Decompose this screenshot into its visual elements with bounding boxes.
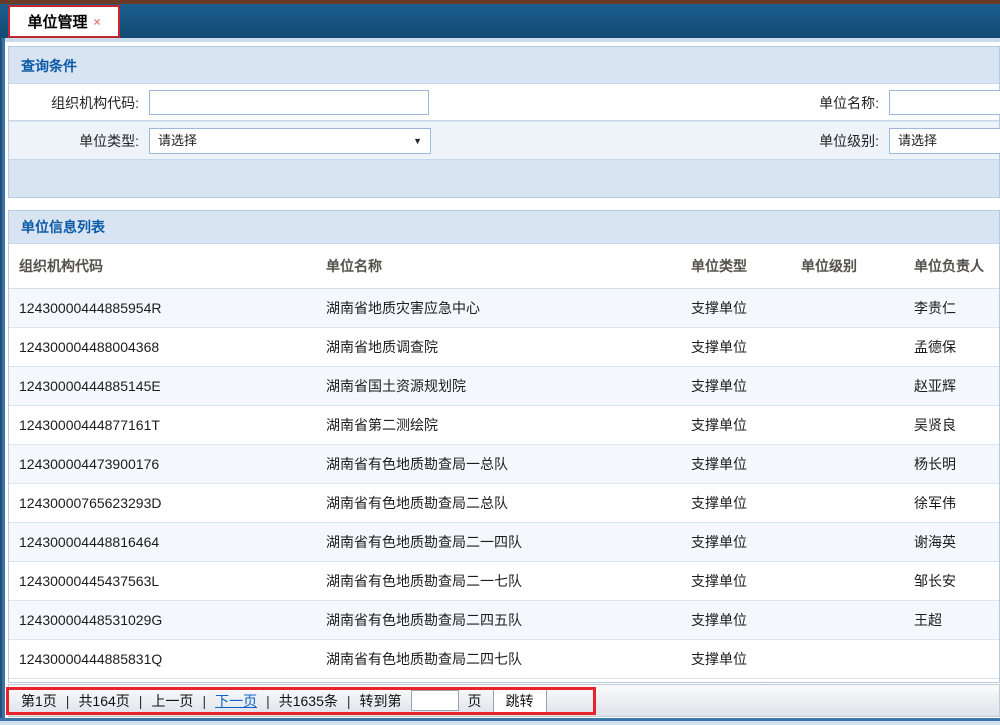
cell-code: 12430000444885145E [19, 378, 326, 394]
table-row[interactable]: 12430000444885145E湖南省国土资源规划院支撑单位 赵亚辉 [9, 367, 999, 406]
separator: | [66, 693, 70, 709]
table-row[interactable]: 12430000444885831Q湖南省有色地质勘查局二四七队支撑单位 [9, 640, 999, 679]
form-row-1: 组织机构代码: 单位名称: [9, 83, 999, 121]
table-row[interactable]: 12430000448531029G湖南省有色地质勘查局二四五队支撑单位 王超 [9, 601, 999, 640]
column-header-type: 单位类型 [691, 256, 801, 276]
query-panel: 查询条件 组织机构代码: 单位名称: 单位类型: 请选择 ▼ 单位级别: 请选择 [8, 46, 1000, 198]
tabbar-bottom-strip [0, 38, 1000, 42]
table-row[interactable]: 12430000444885954R湖南省地质灾害应急中心支撑单位 李贵仁 [9, 289, 999, 328]
column-header-code: 组织机构代码 [19, 256, 326, 276]
separator: | [266, 693, 270, 709]
cell-code: 124300004473900176 [19, 456, 326, 472]
separator: | [202, 693, 206, 709]
cell-code: 12430000444877161T [19, 417, 326, 433]
cell-person: 徐军伟 [914, 493, 999, 513]
cell-name: 湖南省第二测绘院 [326, 415, 691, 435]
goto-prefix-label: 转到第 [360, 691, 402, 711]
cell-code: 12430000445437563L [19, 573, 326, 589]
form-row-2: 单位类型: 请选择 ▼ 单位级别: 请选择 [9, 122, 999, 160]
cell-type: 支撑单位 [691, 298, 801, 318]
unit-type-select-value: 请选择 [158, 129, 197, 153]
cell-name: 湖南省地质调查院 [326, 337, 691, 357]
cell-person: 王超 [914, 610, 999, 630]
cell-type: 支撑单位 [691, 337, 801, 357]
cell-type: 支撑单位 [691, 649, 801, 669]
unit-level-select-value: 请选择 [898, 129, 937, 153]
column-header-person: 单位负责人 [914, 256, 999, 276]
table-row[interactable]: 12430000765623293D湖南省有色地质勘查局二总队支撑单位 徐军伟 [9, 484, 999, 523]
cell-name: 湖南省有色地质勘查局二四五队 [326, 610, 691, 630]
cell-code: 12430000444885954R [19, 300, 326, 316]
tab-label: 单位管理 [27, 11, 87, 32]
unit-level-label: 单位级别: [649, 122, 879, 160]
table-header-row: 组织机构代码 单位名称 单位类型 单位级别 单位负责人 [9, 244, 999, 289]
cell-name: 湖南省有色地质勘查局二四七队 [326, 649, 691, 669]
tab-unit-management[interactable]: 单位管理 × [8, 5, 120, 38]
table-row[interactable]: 124300004473900176湖南省有色地质勘查局一总队支撑单位 杨长明 [9, 445, 999, 484]
org-code-label: 组织机构代码: [9, 84, 139, 122]
jump-button[interactable]: 跳转 [493, 688, 547, 713]
cell-name: 湖南省地质灾害应急中心 [326, 298, 691, 318]
cell-type: 支撑单位 [691, 493, 801, 513]
cell-person: 邹长安 [914, 571, 999, 591]
cell-type: 支撑单位 [691, 571, 801, 591]
window-bottom-fill [0, 721, 1000, 725]
separator: | [139, 693, 143, 709]
window-left-edge-inner [2, 38, 5, 725]
cell-person: 李贵仁 [914, 298, 999, 318]
column-header-name: 单位名称 [326, 256, 691, 276]
cell-person: 赵亚辉 [914, 376, 999, 396]
cell-name: 湖南省有色地质勘查局一总队 [326, 454, 691, 474]
cell-code: 124300004448816464 [19, 534, 326, 550]
separator: | [347, 693, 351, 709]
unit-table-body: 12430000444885954R湖南省地质灾害应急中心支撑单位李贵仁1243… [9, 289, 999, 679]
cell-person: 孟德保 [914, 337, 999, 357]
total-records-label: 共1635条 [279, 691, 338, 711]
unit-type-label: 单位类型: [9, 122, 139, 160]
cell-type: 支撑单位 [691, 532, 801, 552]
cell-name: 湖南省有色地质勘查局二一四队 [326, 532, 691, 552]
query-panel-title: 查询条件 [9, 47, 999, 76]
cell-type: 支撑单位 [691, 415, 801, 435]
unit-level-select[interactable]: 请选择 [889, 128, 1000, 154]
table-row[interactable]: 124300004488004368湖南省地质调查院支撑单位 孟德保 [9, 328, 999, 367]
cell-person: 杨长明 [914, 454, 999, 474]
total-pages-label: 共164页 [78, 691, 129, 711]
cell-name: 湖南省国土资源规划院 [326, 376, 691, 396]
unit-name-label: 单位名称: [649, 84, 879, 122]
current-page-label: 第1页 [21, 691, 57, 711]
cell-type: 支撑单位 [691, 610, 801, 630]
unit-type-select[interactable]: 请选择 ▼ [149, 128, 431, 154]
column-header-level: 单位级别 [801, 256, 914, 276]
table-row[interactable]: 12430000445437563L湖南省有色地质勘查局二一七队支撑单位 邹长安 [9, 562, 999, 601]
cell-code: 12430000448531029G [19, 612, 326, 628]
goto-page-input[interactable] [411, 690, 459, 711]
cell-name: 湖南省有色地质勘查局二一七队 [326, 571, 691, 591]
unit-name-input[interactable] [889, 90, 1000, 115]
tab-bar: 单位管理 × [0, 4, 1000, 38]
cell-code: 12430000765623293D [19, 495, 326, 511]
next-page-link[interactable]: 下一页 [215, 691, 257, 711]
cell-code: 124300004488004368 [19, 339, 326, 355]
prev-page-button[interactable]: 上一页 [151, 691, 193, 711]
chevron-down-icon: ▼ [413, 129, 422, 153]
cell-person: 吴贤良 [914, 415, 999, 435]
table-panel-title: 单位信息列表 [9, 211, 999, 244]
table-panel: 单位信息列表 组织机构代码 单位名称 单位类型 单位级别 单位负责人 12430… [8, 210, 1000, 683]
cell-type: 支撑单位 [691, 376, 801, 396]
cell-code: 12430000444885831Q [19, 651, 326, 667]
unit-management-page: 单位管理 × 查询条件 组织机构代码: 单位名称: 单位类型: 请选择 ▼ 单位… [0, 0, 1000, 725]
close-icon[interactable]: × [94, 16, 101, 28]
cell-name: 湖南省有色地质勘查局二总队 [326, 493, 691, 513]
table-row[interactable]: 124300004448816464湖南省有色地质勘查局二一四队支撑单位 谢海英 [9, 523, 999, 562]
pagination-bar: 第1页 | 共164页 | 上一页 | 下一页 | 共1635条 | 转到第 页… [8, 684, 1000, 717]
org-code-input[interactable] [149, 90, 429, 115]
goto-suffix-label: 页 [468, 691, 482, 711]
cell-person: 谢海英 [914, 532, 999, 552]
cell-type: 支撑单位 [691, 454, 801, 474]
table-row[interactable]: 12430000444877161T湖南省第二测绘院支撑单位 吴贤良 [9, 406, 999, 445]
